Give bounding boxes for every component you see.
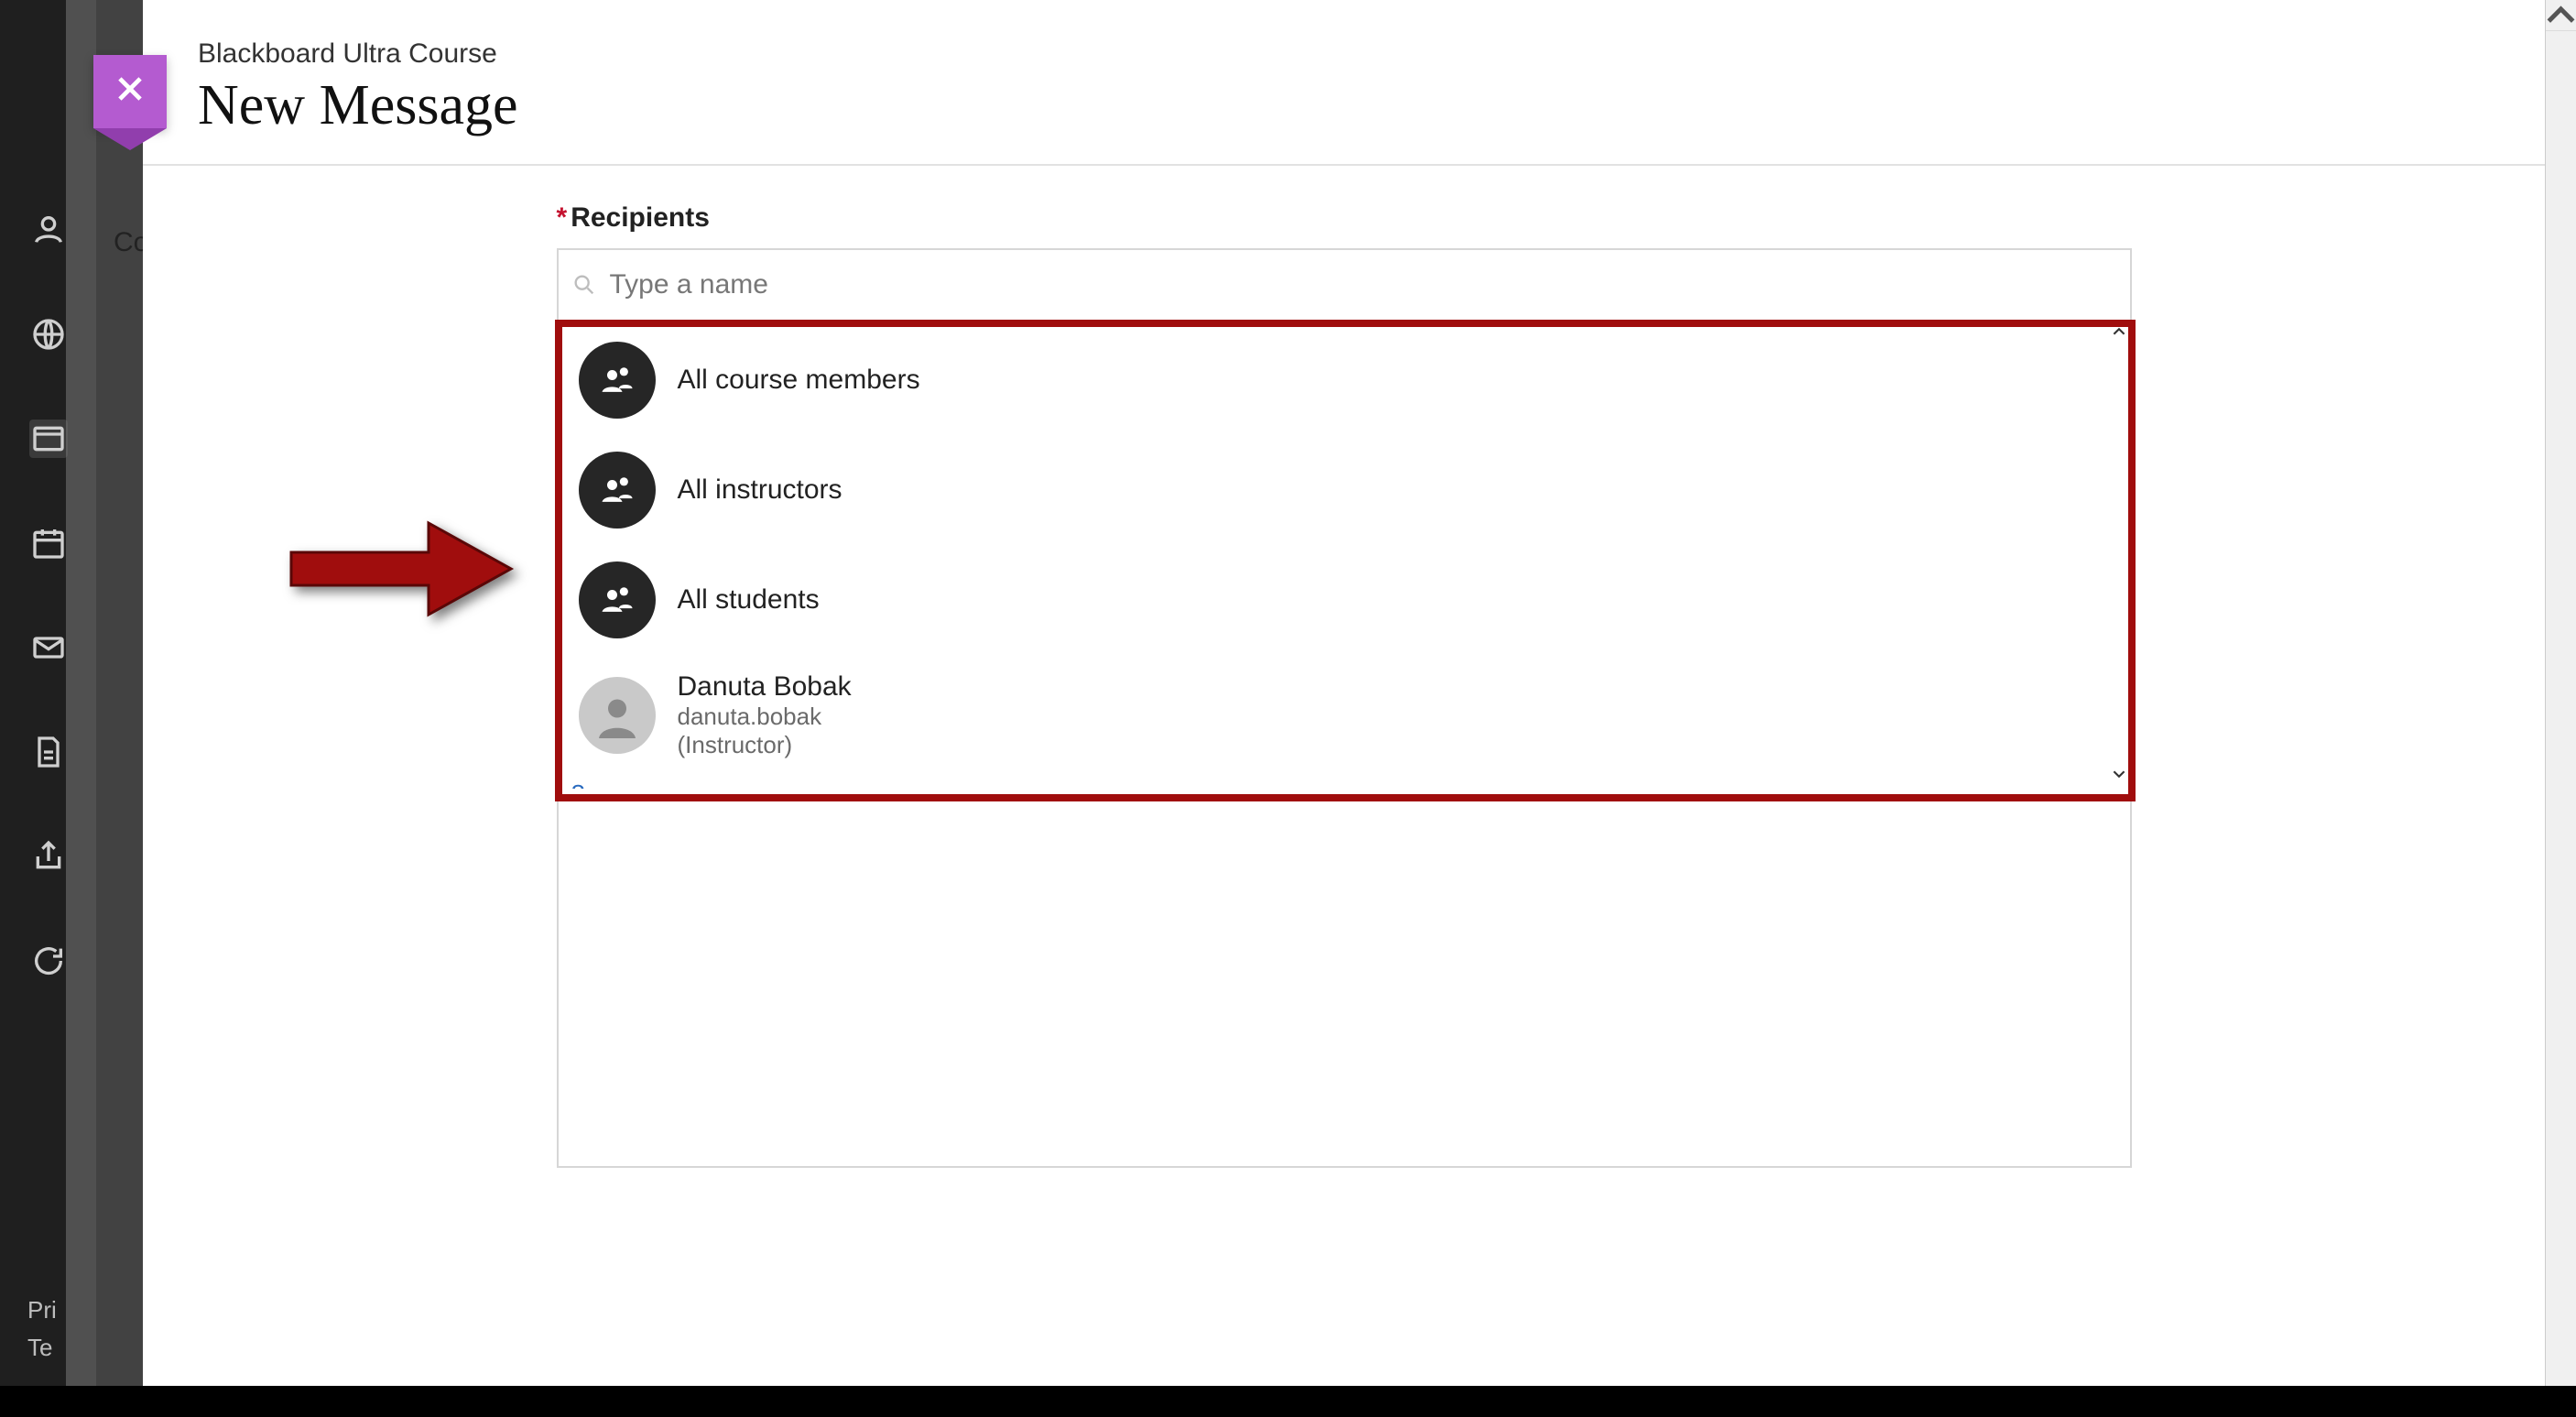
required-indicator: * xyxy=(557,202,568,233)
close-icon xyxy=(113,71,147,111)
close-button[interactable] xyxy=(93,55,167,128)
globe-icon[interactable] xyxy=(29,315,68,354)
recipients-dropdown-area: All course members All instructors All stu… xyxy=(557,322,2132,1168)
people-group-icon xyxy=(579,452,656,529)
suggestion-person[interactable]: Danuta Bobakdanuta.bobak(Instructor) xyxy=(571,655,2130,776)
messages-icon[interactable] xyxy=(29,628,68,667)
rail-footer-line2: Te xyxy=(27,1329,57,1368)
recipients-label: *Recipients xyxy=(557,202,2132,234)
suggestion-primary-label: All instructors xyxy=(678,474,842,506)
page-title: New Message xyxy=(198,73,2490,138)
suggestion-texts: All instructors xyxy=(678,474,842,506)
documents-icon[interactable] xyxy=(29,733,68,771)
annotation-arrow xyxy=(282,505,529,638)
search-icon xyxy=(571,272,597,298)
recipients-input[interactable] xyxy=(610,250,2130,320)
suggestion-group[interactable]: All students xyxy=(571,545,2130,655)
recipients-field: *Recipients All course members All instru… xyxy=(557,202,2132,1168)
courses-icon[interactable] xyxy=(29,420,68,458)
recipients-input-wrap[interactable] xyxy=(557,248,2132,322)
chevron-up-icon xyxy=(2113,325,2125,343)
scrollbar-track[interactable] xyxy=(2546,31,2576,1386)
suggestion-primary-label: All students xyxy=(678,584,820,616)
share-icon[interactable] xyxy=(29,837,68,876)
suggestion-primary-label: Danuta Bobak xyxy=(678,671,852,703)
scroll-up-button[interactable] xyxy=(2546,0,2576,31)
dropdown-scrollbar[interactable] xyxy=(2111,325,2127,785)
background-page-strip: Co xyxy=(66,0,143,1386)
course-name: Blackboard Ultra Course xyxy=(198,38,2490,70)
suggestion-primary-label: All course members xyxy=(678,365,920,396)
chevron-down-icon xyxy=(2113,768,2125,785)
rail-footer-text: Pri Te xyxy=(27,1292,57,1368)
suggestion-texts: All students xyxy=(678,584,820,616)
refresh-icon[interactable] xyxy=(29,942,68,980)
bottom-black-bar xyxy=(0,1386,2576,1417)
panel-header: Blackboard Ultra Course New Message xyxy=(143,0,2545,166)
suggestion-texts: All course members xyxy=(678,365,920,396)
calendar-icon[interactable] xyxy=(29,524,68,562)
profile-icon[interactable] xyxy=(29,211,68,249)
more-suggestions-link[interactable]: 8 more xyxy=(559,776,651,789)
recipients-label-text: Recipients xyxy=(571,202,710,233)
suggestion-texts: Danuta Bobakdanuta.bobak(Instructor) xyxy=(678,671,852,759)
suggestion-role: (Instructor) xyxy=(678,731,852,759)
suggestion-username: danuta.bobak xyxy=(678,703,852,731)
person-avatar-icon xyxy=(579,677,656,754)
window-scrollbar[interactable] xyxy=(2545,0,2576,1417)
rail-footer-line1: Pri xyxy=(27,1292,57,1330)
people-group-icon xyxy=(579,342,656,419)
new-message-panel: Blackboard Ultra Course New Message *Rec… xyxy=(143,0,2545,1417)
suggestion-group[interactable]: All instructors xyxy=(571,435,2130,545)
people-group-icon xyxy=(579,561,656,638)
recipients-suggestion-list: All course members All instructors All stu… xyxy=(559,322,2130,789)
suggestion-group[interactable]: All course members xyxy=(571,325,2130,435)
